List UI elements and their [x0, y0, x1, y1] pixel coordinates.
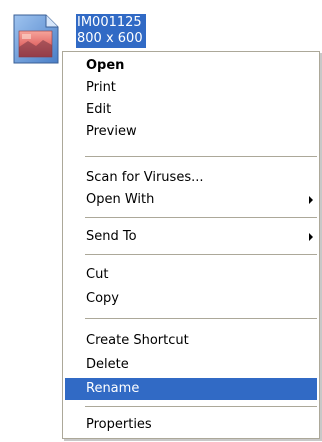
menu-item-label: Open With — [86, 192, 155, 207]
menu-item-print[interactable]: Print — [65, 77, 317, 99]
menu-item-open-with[interactable]: Open With — [65, 189, 317, 211]
menu-item-send-to[interactable]: Send To — [65, 226, 317, 248]
menu-item-properties[interactable]: Properties — [65, 414, 317, 436]
menu-item-delete[interactable]: Delete — [65, 354, 317, 376]
menu-separator — [85, 254, 317, 255]
menu-separator — [85, 406, 317, 407]
menu-item-open[interactable]: Open — [65, 55, 317, 77]
context-menu: Open Print Edit Preview Scan for Viruses… — [62, 51, 320, 439]
menu-separator — [85, 318, 317, 319]
menu-item-cut[interactable]: Cut — [65, 264, 317, 286]
menu-item-scan-for-viruses[interactable]: Scan for Viruses... — [65, 167, 317, 189]
menu-item-rename[interactable]: Rename — [65, 378, 317, 400]
image-file-icon[interactable] — [10, 13, 62, 65]
menu-item-edit[interactable]: Edit — [65, 99, 317, 121]
file-caption[interactable]: IM001125 800 x 600 — [76, 14, 146, 48]
submenu-arrow-icon — [309, 233, 313, 241]
menu-item-copy[interactable]: Copy — [65, 288, 317, 310]
menu-separator — [85, 217, 317, 218]
menu-separator — [85, 156, 317, 157]
submenu-arrow-icon — [309, 196, 313, 204]
file-dimensions: 800 x 600 — [77, 31, 143, 46]
file-name: IM001125 — [77, 15, 142, 30]
menu-item-preview[interactable]: Preview — [65, 121, 317, 143]
menu-item-create-shortcut[interactable]: Create Shortcut — [65, 330, 317, 352]
menu-item-label: Send To — [86, 229, 137, 244]
